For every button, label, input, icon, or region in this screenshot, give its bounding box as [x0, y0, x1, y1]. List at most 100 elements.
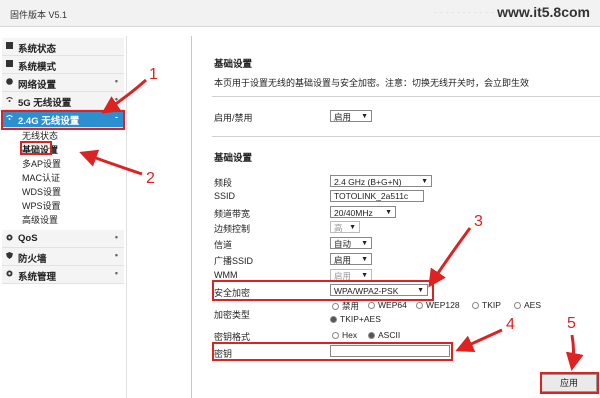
- section-title: 基础设置: [214, 153, 253, 164]
- radio-label: Hex: [342, 330, 358, 340]
- radio-label: TKIP: [482, 300, 501, 310]
- annotation-number: 1: [149, 66, 158, 83]
- radio-label: WEP128: [426, 300, 460, 310]
- sidebar-item-qos[interactable]: QoS •: [2, 230, 124, 248]
- sideband-select[interactable]: 高 ▼: [330, 221, 360, 233]
- chevron-down-icon: ▼: [361, 240, 368, 247]
- sideband-select-value: 高: [334, 223, 343, 233]
- chevron-down-icon: ▼: [385, 209, 392, 216]
- enable-select-value: 启用: [334, 112, 352, 122]
- expand-dot: •: [114, 250, 118, 260]
- sidebar: 系统状态 系统模式 网络设置 • 5G 无线设置 • 2.4G 无线设置 - 无…: [0, 36, 127, 398]
- chevron-down-icon: ▼: [361, 256, 368, 263]
- radio-dot: [416, 302, 423, 310]
- broadcast-ssid-label: 广播SSID: [214, 256, 254, 266]
- sideband-label: 边频控制: [214, 224, 251, 234]
- gear-icon: [6, 270, 13, 277]
- sidebar-item-label: 系统管理: [18, 272, 57, 283]
- broadcast-ssid-select[interactable]: 启用 ▼: [330, 253, 372, 265]
- submenu-wps[interactable]: WPS设置: [22, 199, 61, 212]
- sidebar-item-5g-wireless[interactable]: 5G 无线设置 •: [2, 92, 124, 110]
- radio-dot: [514, 302, 521, 310]
- radio-label: 禁用: [342, 301, 360, 311]
- highlight-box: [20, 141, 52, 155]
- radio-tkip-aes[interactable]: TKIP+AES: [330, 314, 381, 324]
- radio-hex[interactable]: Hex: [332, 330, 357, 340]
- channel-select[interactable]: 自动 ▼: [330, 237, 372, 249]
- radio-dot: [368, 302, 375, 310]
- radio-dot-selected: [330, 316, 337, 324]
- sidebar-item-network[interactable]: 网络设置 •: [2, 74, 124, 92]
- divider: [212, 96, 600, 97]
- radio-disable[interactable]: 禁用: [332, 300, 359, 312]
- sidebar-item-label: 防火墙: [18, 254, 47, 265]
- expand-dot: •: [114, 94, 118, 104]
- broadcast-ssid-select-value: 启用: [334, 255, 352, 265]
- band-select[interactable]: 2.4 GHz (B+G+N) ▼: [330, 175, 432, 187]
- square-icon: [6, 60, 13, 67]
- radio-dot-selected: [368, 332, 375, 340]
- globe-icon: [6, 78, 13, 85]
- enable-select[interactable]: 启用 ▼: [330, 110, 372, 122]
- ssid-input[interactable]: TOTOLINK_2a511c: [330, 190, 424, 202]
- radio-dot: [472, 302, 479, 310]
- square-icon: [6, 42, 13, 49]
- submenu-advanced[interactable]: 高级设置: [22, 213, 58, 226]
- radio-wep128[interactable]: WEP128: [416, 300, 460, 310]
- highlight-box: [212, 342, 453, 361]
- channel-label: 信道: [214, 240, 233, 250]
- radio-wep64[interactable]: WEP64: [368, 300, 407, 310]
- sidebar-item-label: QoS: [18, 233, 38, 244]
- bandwidth-label: 频道带宽: [214, 209, 251, 219]
- sidebar-item-system-status[interactable]: 系统状态: [2, 38, 124, 56]
- bandwidth-select[interactable]: 20/40MHz ▼: [330, 206, 396, 218]
- radio-tkip[interactable]: TKIP: [472, 300, 501, 310]
- sidebar-item-label: 网络设置: [18, 80, 57, 91]
- sidebar-item-firewall[interactable]: 防火墙 •: [2, 248, 124, 266]
- band-select-value: 2.4 GHz (B+G+N): [334, 177, 402, 187]
- sidebar-item-label: 系统状态: [18, 44, 57, 55]
- radio-label: TKIP+AES: [340, 314, 381, 324]
- divider-dots: · · · · · · · · · · · ·: [434, 10, 500, 16]
- radio-label: ASCII: [378, 330, 401, 340]
- annotation-number: 4: [506, 316, 515, 333]
- expand-dot: •: [114, 268, 118, 278]
- expand-dot: •: [114, 232, 118, 242]
- wmm-label: WMM: [214, 270, 238, 280]
- sidebar-item-label: 5G 无线设置: [18, 98, 72, 109]
- sidebar-item-system-mode[interactable]: 系统模式: [2, 56, 124, 74]
- radio-label: AES: [524, 300, 542, 310]
- page-title: 基础设置: [214, 59, 253, 70]
- submenu-wds[interactable]: WDS设置: [22, 185, 61, 198]
- annotation-number: 3: [474, 213, 483, 230]
- watermark: www.it5⁠.8com: [497, 4, 590, 20]
- radio-label: WEP64: [378, 300, 407, 310]
- chevron-down-icon: ▼: [421, 178, 428, 185]
- submenu-multi-ap[interactable]: 多AP设置: [22, 157, 61, 170]
- page-description: 本页用于设置无线的基础设置与安全加密。注意：切换无线开关时，会立即生效: [214, 78, 530, 88]
- highlight-box: [1, 110, 125, 130]
- firmware-version: 固件版本 V5.1: [10, 10, 68, 20]
- chevron-down-icon: ▼: [349, 224, 356, 231]
- annotation-number: 2: [146, 170, 155, 187]
- chevron-down-icon: ▼: [361, 113, 368, 120]
- encryption-type-label: 加密类型: [214, 310, 251, 320]
- radio-ascii[interactable]: ASCII: [368, 330, 400, 340]
- band-label: 频段: [214, 178, 233, 188]
- radio-dot: [332, 303, 339, 311]
- channel-select-value: 自动: [334, 239, 352, 249]
- submenu-mac-auth[interactable]: MAC认证: [22, 171, 60, 184]
- ssid-label: SSID: [214, 191, 236, 201]
- bandwidth-select-value: 20/40MHz: [334, 208, 373, 218]
- highlight-box: [540, 372, 599, 394]
- wifi-icon: [6, 97, 13, 102]
- divider: [212, 136, 600, 137]
- annotation-number: 5: [567, 315, 576, 332]
- sidebar-item-system-admin[interactable]: 系统管理 •: [2, 266, 124, 284]
- highlight-box: [212, 280, 434, 301]
- top-bar: 固件版本 V5.1 · · · · · · · · · · · · www.it…: [0, 0, 600, 27]
- shield-icon: [6, 252, 13, 259]
- radio-aes[interactable]: AES: [514, 300, 541, 310]
- radio-dot: [332, 332, 339, 340]
- enable-label: 启用/禁用: [214, 113, 253, 123]
